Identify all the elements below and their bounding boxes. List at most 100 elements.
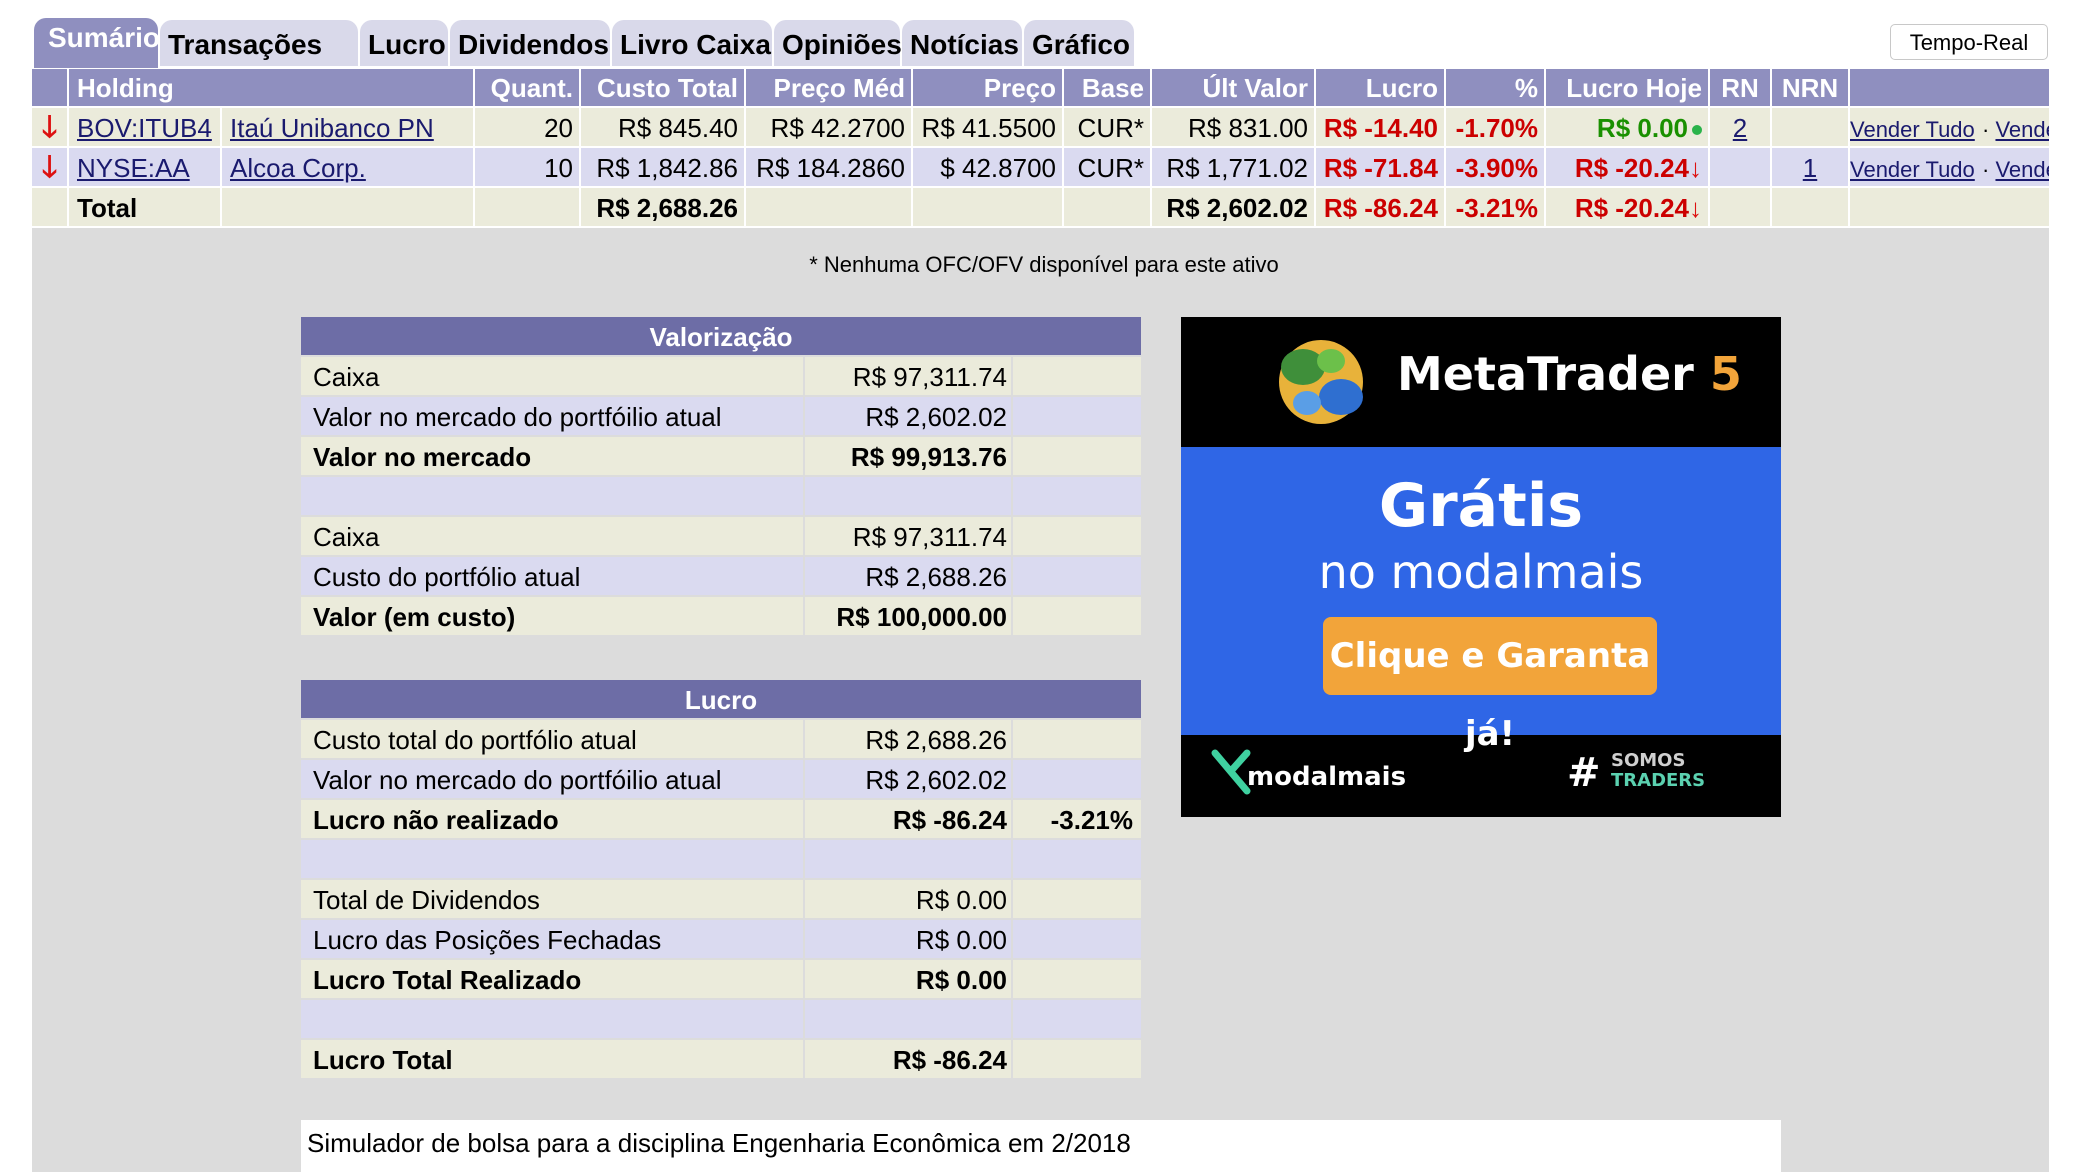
tab-opinioes[interactable]: Opiniões (774, 20, 902, 66)
holding-actions: Vender Tudo · Vender (1850, 148, 2049, 186)
header-custo-total[interactable]: Custo Total (581, 69, 744, 106)
row-value: R$ 2,688.26 (805, 557, 1011, 595)
ad-top: MetaTrader 5 (1181, 317, 1781, 447)
lucro-table: Lucro Custo total do portfólio atual R$ 2… (301, 680, 1141, 1080)
slogan-line-1: SOMOS (1611, 750, 1686, 771)
total-empty (1064, 188, 1150, 226)
row-extra (1013, 880, 1141, 918)
header-lucro-hoje[interactable]: Lucro Hoje (1546, 69, 1708, 106)
lucro-title: Lucro (301, 680, 1141, 718)
holding-avg-price: R$ 42.2700 (746, 108, 911, 146)
tab-label: Sumário (48, 22, 161, 53)
row-value: R$ 0.00 (805, 960, 1011, 998)
table-row (301, 477, 1141, 515)
holding-qty: 10 (475, 148, 579, 186)
symbol-link[interactable]: BOV:ITUB4 (77, 113, 212, 143)
tab-label: Livro Caixa (620, 29, 771, 60)
total-empty (1772, 188, 1848, 226)
table-row: Lucro não realizado R$ -86.24 -3.21% (301, 800, 1141, 838)
header-holding[interactable]: Holding (69, 69, 473, 106)
down-arrow-icon: ↓ (1689, 193, 1702, 223)
header-preco-med[interactable]: Preço Méd (746, 69, 911, 106)
company-link[interactable]: Itaú Unibanco PN (230, 113, 434, 143)
total-spacer (32, 188, 67, 226)
sell-link[interactable]: Vender (1995, 157, 2049, 182)
footer-box: Simulador de bolsa para a disciplina Eng… (301, 1120, 1781, 1172)
header-preco[interactable]: Preço (913, 69, 1062, 106)
header-lucro[interactable]: Lucro (1316, 69, 1444, 106)
row-value: R$ 2,602.02 (805, 760, 1011, 798)
row-extra (1013, 557, 1141, 595)
row-value: R$ 0.00 (805, 920, 1011, 958)
valorizacao-title: Valorização (301, 317, 1141, 355)
table-row: Lucro Total R$ -86.24 (301, 1040, 1141, 1078)
holdings-total-row: Total R$ 2,688.26 R$ 2,602.02 R$ -86.24 … (32, 188, 2049, 228)
metatrader-ad-banner[interactable]: MetaTrader 5 Grátis no modalmais Clique … (1181, 317, 1781, 817)
ad-footer-brand: modalmais (1247, 762, 1407, 792)
tab-noticias[interactable]: Notícias (902, 20, 1022, 66)
total-profit-today: R$ -20.24↓ (1546, 188, 1708, 226)
total-empty (913, 188, 1062, 226)
separator-dot: · (1982, 157, 1996, 182)
table-row (301, 1000, 1141, 1038)
holding-base: CUR* (1064, 108, 1150, 146)
ad-headline: Grátis (1378, 471, 1584, 541)
holding-row: 🡓 NYSE:AA Alcoa Corp. 10 R$ 1,842.86 R$ … (32, 148, 2049, 188)
table-row: Caixa R$ 97,311.74 (301, 357, 1141, 395)
tab-transacoes[interactable]: Transações (160, 20, 358, 66)
row-label: Custo do portfólio atual (301, 557, 803, 595)
holding-symbol: BOV:ITUB4 (69, 108, 220, 146)
down-arrow-icon: ↓ (1689, 153, 1702, 183)
header-ult-valor[interactable]: Últ Valor (1152, 69, 1314, 106)
tab-lucro[interactable]: Lucro (360, 20, 448, 66)
profit-today-value: R$ -20.24 (1574, 153, 1689, 183)
nrn-link[interactable]: 1 (1803, 153, 1817, 183)
row-value: R$ 2,602.02 (805, 397, 1011, 435)
header-base[interactable]: Base (1064, 69, 1150, 106)
header-nrn[interactable]: NRN (1772, 69, 1848, 106)
realtime-button[interactable]: Tempo-Real (1890, 24, 2048, 60)
company-link[interactable]: Alcoa Corp. (230, 153, 366, 183)
tab-label: Opiniões (782, 29, 902, 60)
ad-brand: MetaTrader 5 (1397, 347, 1742, 401)
row-label (301, 477, 803, 515)
rn-link[interactable]: 2 (1733, 113, 1747, 143)
row-extra (1013, 517, 1141, 555)
tab-grafico[interactable]: Gráfico (1024, 20, 1134, 66)
tab-dividendos[interactable]: Dividendos (450, 20, 610, 66)
row-value (805, 477, 1011, 515)
row-extra (1013, 397, 1141, 435)
header-pct[interactable]: % (1446, 69, 1544, 106)
row-extra (1013, 1040, 1141, 1078)
footer-text: Simulador de bolsa para a disciplina Eng… (307, 1128, 1131, 1158)
row-label: Valor no mercado do portfóilio atual (301, 760, 803, 798)
down-arrow-icon: 🡓 (32, 108, 67, 146)
tab-label: Dividendos (458, 29, 609, 60)
sell-all-link[interactable]: Vender Tudo (1850, 117, 1975, 142)
ad-cta-button[interactable]: Clique e Garanta já! (1323, 617, 1657, 754)
tab-label: Notícias (910, 29, 1019, 60)
modalmais-logo-icon (1211, 749, 1251, 795)
sell-link[interactable]: Vender (1995, 117, 2049, 142)
row-label: Caixa (301, 357, 803, 395)
header-quant[interactable]: Quant. (475, 69, 579, 106)
tab-label: Transações (168, 29, 323, 60)
sell-all-link[interactable]: Vender Tudo (1850, 157, 1975, 182)
header-rn[interactable]: RN (1710, 69, 1770, 106)
row-extra (1013, 920, 1141, 958)
holding-rn: 2 (1710, 108, 1770, 146)
tab-livro-caixa[interactable]: Livro Caixa (612, 20, 772, 66)
row-label: Lucro Total (301, 1040, 803, 1078)
holding-row: 🡓 BOV:ITUB4 Itaú Unibanco PN 20 R$ 845.4… (32, 108, 2049, 148)
table-row: Custo total do portfólio atual R$ 2,688.2… (301, 720, 1141, 758)
total-empty (222, 188, 473, 226)
row-label: Total de Dividendos (301, 880, 803, 918)
row-extra (1013, 840, 1141, 878)
tab-sumario[interactable]: Sumário (34, 18, 161, 68)
holding-symbol: NYSE:AA (69, 148, 220, 186)
holding-pct: -1.70% (1446, 108, 1544, 146)
total-pct: -3.21% (1446, 188, 1544, 226)
symbol-link[interactable]: NYSE:AA (77, 153, 190, 183)
total-label: Total (69, 188, 220, 226)
row-value: R$ -86.24 (805, 800, 1011, 838)
